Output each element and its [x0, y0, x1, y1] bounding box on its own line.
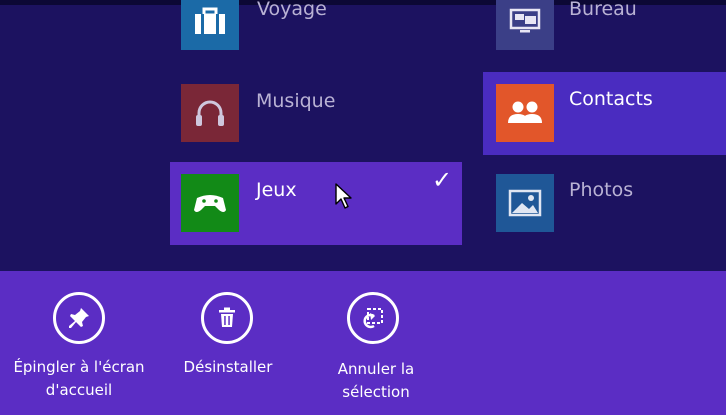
- app-tile-voyage: [181, 0, 239, 50]
- mouse-cursor-icon: [335, 183, 352, 209]
- photo-icon: [508, 189, 542, 217]
- clear-selection-label: Annuler la sélection: [337, 360, 415, 401]
- app-label-musique: Musique: [256, 90, 336, 112]
- clear-selection-icon: [347, 292, 399, 344]
- trash-icon: [201, 292, 253, 344]
- headphones-icon: [196, 100, 224, 126]
- app-label-jeux: Jeux: [256, 179, 297, 201]
- people-icon: [508, 101, 542, 123]
- app-label-photos: Photos: [569, 179, 634, 201]
- app-photos[interactable]: Photos: [483, 162, 726, 245]
- selected-checkmark-icon: ✓: [432, 166, 453, 194]
- pin-to-start-label: Épingler à l'écran d'accueil: [13, 358, 145, 399]
- pin-to-start-button[interactable]: Épingler à l'écran d'accueil: [0, 271, 158, 415]
- suitcase-icon: [195, 7, 225, 34]
- app-voyage[interactable]: Voyage: [170, 0, 470, 62]
- app-tile-musique: [181, 84, 239, 142]
- app-bar: Épingler à l'écran d'accueil Désinstalle…: [0, 271, 726, 415]
- app-musique[interactable]: Musique: [170, 80, 470, 150]
- app-label-bureau: Bureau: [569, 0, 637, 20]
- app-tile-photos: [496, 174, 554, 232]
- gamepad-icon: [194, 195, 226, 212]
- app-label-contacts: Contacts: [569, 88, 653, 110]
- desktop-icon: [509, 8, 541, 33]
- app-bureau[interactable]: Bureau: [483, 0, 726, 62]
- app-tile-jeux: [181, 174, 239, 232]
- uninstall-label: Désinstaller: [183, 358, 273, 376]
- start-screen-apps-view: Voyage Bureau Musique Contacts Jeux ✓ Ph…: [0, 0, 726, 415]
- clear-selection-button[interactable]: Annuler la sélection: [320, 271, 432, 415]
- app-tile-contacts: [496, 84, 554, 142]
- app-contacts[interactable]: Contacts: [483, 72, 726, 155]
- app-label-voyage: Voyage: [257, 0, 327, 20]
- pin-icon: [53, 292, 105, 344]
- app-tile-bureau: [496, 0, 554, 50]
- uninstall-button[interactable]: Désinstaller: [166, 271, 290, 415]
- app-jeux[interactable]: Jeux ✓: [170, 162, 462, 245]
